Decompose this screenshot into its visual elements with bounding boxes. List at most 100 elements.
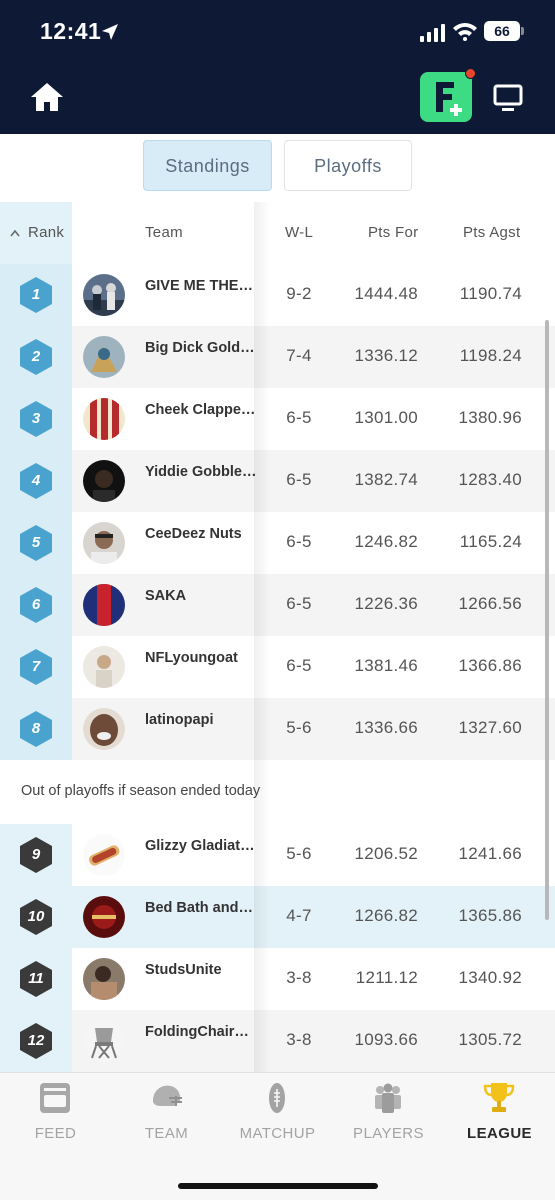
table-row[interactable]: 6 SAKA 6-5 1226.36 1266.56 <box>0 574 555 636</box>
team-avatar <box>83 522 125 564</box>
team-points-against: 1380.96 <box>458 408 522 427</box>
sort-ascending-icon <box>10 229 20 237</box>
table-row[interactable]: 11 StudsUnite 3-8 1211.12 1340.92 <box>0 948 555 1010</box>
table-row[interactable]: 7 NFLyoungoat 6-5 1381.46 1366.86 <box>0 636 555 698</box>
table-row[interactable]: 8 latinopapi 5-6 1336.66 1327.60 <box>0 698 555 760</box>
team-record: 3-8 <box>286 968 312 987</box>
nav-matchup[interactable]: MATCHUP <box>222 1073 333 1163</box>
team-points-against: 1305.72 <box>458 1030 522 1049</box>
rank-cell: 5 <box>0 512 72 574</box>
table-row[interactable]: 3 Cheek Clappe… 6-5 1301.00 1380.96 <box>0 388 555 450</box>
team-points-for: 1226.36 <box>354 594 418 613</box>
out-of-playoffs-label: Out of playoffs if season ended today <box>21 783 261 799</box>
table-row[interactable]: 2 Big Dick Gold… 7-4 1336.12 1198.24 <box>0 326 555 388</box>
rank-number: 5 <box>31 534 41 551</box>
wl-header[interactable]: W-L <box>285 224 313 241</box>
team-name: Yiddie Gobble… <box>145 464 257 480</box>
status-time: 12:41 <box>40 18 102 44</box>
rank-header-cell[interactable]: Rank <box>0 202 72 264</box>
team-name: Glizzy Gladiat… <box>145 838 255 854</box>
table-row[interactable]: 1 GIVE ME THE… 9-2 1444.48 1190.74 <box>0 264 555 326</box>
rank-cell: 12 <box>0 1010 72 1072</box>
team-name: Big Dick Gold… <box>145 340 255 356</box>
nav-league-label: LEAGUE <box>467 1125 532 1142</box>
team-name: latinopapi <box>145 712 214 728</box>
rank-cell: 8 <box>0 698 72 760</box>
team-name: SAKA <box>145 588 187 604</box>
team-avatar <box>83 708 125 750</box>
team-points-for: 1381.46 <box>354 656 418 675</box>
team-name: GIVE ME THE… <box>145 278 253 294</box>
team-avatar <box>83 398 125 440</box>
team-name: Bed Bath and… <box>145 900 253 916</box>
scrollbar[interactable] <box>545 320 549 920</box>
status-bar: 12:41 66 <box>0 0 555 62</box>
team-avatar <box>83 1020 125 1062</box>
team-points-for: 1093.66 <box>354 1030 418 1049</box>
team-points-against: 1340.92 <box>458 968 522 987</box>
team-points-against: 1327.60 <box>458 718 522 737</box>
team-avatar <box>83 958 125 1000</box>
team-points-against: 1241.66 <box>458 844 522 863</box>
table-row[interactable]: 10 Bed Bath and… 4-7 1266.82 1365.86 <box>0 886 555 948</box>
rank-number: 8 <box>31 720 41 737</box>
pts-agst-header[interactable]: Pts Agst <box>463 224 520 241</box>
team-points-against: 1198.24 <box>459 346 522 365</box>
team-name: StudsUnite <box>145 962 222 978</box>
home-icon[interactable] <box>30 82 64 112</box>
team-points-for: 1336.12 <box>354 346 418 365</box>
team-record: 4-7 <box>286 906 312 925</box>
rank-number: 12 <box>27 1032 45 1049</box>
pts-for-header[interactable]: Pts For <box>368 224 418 241</box>
team-points-for: 1211.12 <box>355 968 418 987</box>
table-row[interactable]: 4 Yiddie Gobble… 6-5 1382.74 1283.40 <box>0 450 555 512</box>
nav-league[interactable]: LEAGUE <box>444 1073 555 1163</box>
cellular-signal-icon <box>420 24 445 42</box>
table-row[interactable]: 9 Glizzy Gladiat… 5-6 1206.52 1241.66 <box>0 824 555 886</box>
team-points-against: 1190.74 <box>459 284 522 303</box>
players-icon <box>375 1083 401 1113</box>
rank-number: 4 <box>31 472 41 489</box>
team-record: 5-6 <box>286 844 312 863</box>
team-points-for: 1301.00 <box>354 408 418 427</box>
battery-tip <box>521 27 524 35</box>
nav-feed[interactable]: FEED <box>0 1073 111 1163</box>
fantasy-plus-icon <box>436 82 462 116</box>
tv-icon[interactable] <box>493 84 523 112</box>
rank-cell: 2 <box>0 326 72 388</box>
team-points-against: 1266.56 <box>458 594 522 613</box>
team-header[interactable]: Team <box>145 224 183 241</box>
team-record: 6-5 <box>286 470 312 489</box>
team-record: 6-5 <box>286 408 312 427</box>
top-bar: 12:41 66 <box>0 0 555 134</box>
team-record: 9-2 <box>286 284 312 303</box>
team-avatar <box>83 646 125 688</box>
rank-cell: 6 <box>0 574 72 636</box>
table-row[interactable]: 5 CeeDeez Nuts 6-5 1246.82 1165.24 <box>0 512 555 574</box>
rank-number: 2 <box>31 348 41 365</box>
team-name: CeeDeez Nuts <box>145 526 242 542</box>
notification-dot <box>465 68 476 79</box>
team-name: NFLyoungoat <box>145 650 238 666</box>
team-points-for: 1266.82 <box>354 906 418 925</box>
rank-cell: 10 <box>0 886 72 948</box>
rank-number: 1 <box>31 286 41 303</box>
tab-standings[interactable]: Standings <box>143 140 272 191</box>
rank-cell: 3 <box>0 388 72 450</box>
tab-playoffs[interactable]: Playoffs <box>284 140 412 191</box>
nav-team[interactable]: TEAM <box>111 1073 222 1163</box>
team-name: FoldingChair… <box>145 1024 249 1040</box>
location-arrow-icon <box>102 24 118 40</box>
fantasy-plus-button[interactable] <box>420 68 476 122</box>
team-record: 6-5 <box>286 656 312 675</box>
football-icon <box>269 1083 285 1113</box>
team-points-for: 1336.66 <box>354 718 418 737</box>
nav-matchup-label: MATCHUP <box>239 1125 316 1142</box>
nav-players[interactable]: PLAYERS <box>333 1073 444 1163</box>
table-row[interactable]: 12 FoldingChair… 3-8 1093.66 1305.72 <box>0 1010 555 1072</box>
battery-indicator: 66 <box>484 21 520 41</box>
team-record: 5-6 <box>286 718 312 737</box>
rank-number: 3 <box>31 410 41 427</box>
rank-number: 10 <box>27 908 45 925</box>
bottom-tab-bar: FEED TEAM MATCHUP PLAYERS LEAGUE <box>0 1072 555 1200</box>
